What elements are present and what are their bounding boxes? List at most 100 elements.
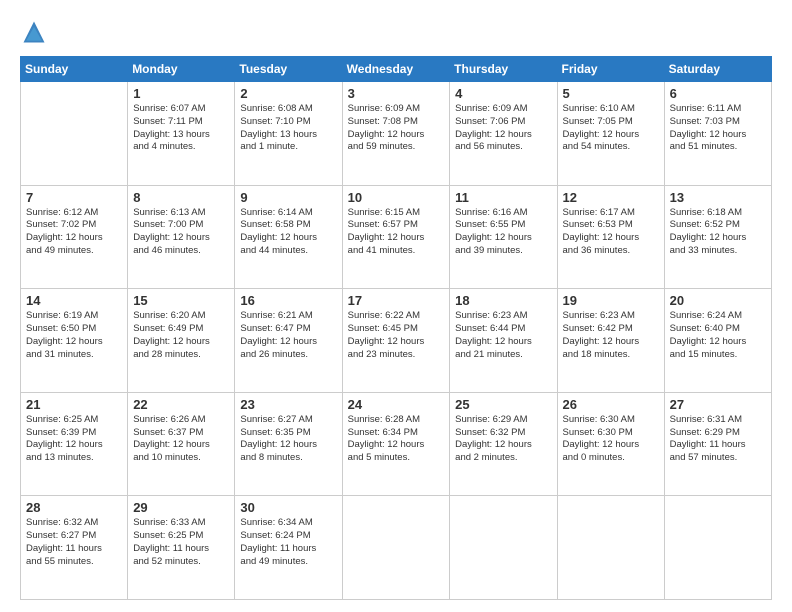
day-info: Sunrise: 6:31 AM Sunset: 6:29 PM Dayligh… <box>670 414 766 465</box>
day-info: Sunrise: 6:26 AM Sunset: 6:37 PM Dayligh… <box>133 414 229 465</box>
empty-cell <box>450 496 557 600</box>
calendar-day-23: 23Sunrise: 6:27 AM Sunset: 6:35 PM Dayli… <box>235 392 342 496</box>
day-info: Sunrise: 6:18 AM Sunset: 6:52 PM Dayligh… <box>670 207 766 258</box>
day-info: Sunrise: 6:16 AM Sunset: 6:55 PM Dayligh… <box>455 207 551 258</box>
day-number: 29 <box>133 500 229 515</box>
day-info: Sunrise: 6:09 AM Sunset: 7:06 PM Dayligh… <box>455 103 551 154</box>
day-number: 5 <box>563 86 659 101</box>
day-number: 3 <box>348 86 445 101</box>
calendar-day-8: 8Sunrise: 6:13 AM Sunset: 7:00 PM Daylig… <box>128 185 235 289</box>
day-number: 12 <box>563 190 659 205</box>
empty-cell <box>664 496 771 600</box>
day-number: 18 <box>455 293 551 308</box>
day-info: Sunrise: 6:14 AM Sunset: 6:58 PM Dayligh… <box>240 207 336 258</box>
header-cell-sunday: Sunday <box>21 57 128 82</box>
day-number: 21 <box>26 397 122 412</box>
calendar-day-5: 5 Sunrise: 6:10 AM Sunset: 7:05 PM Daylig… <box>557 82 664 186</box>
day-info: Sunrise: 6:23 AM Sunset: 6:42 PM Dayligh… <box>563 310 659 361</box>
empty-cell <box>557 496 664 600</box>
calendar-day-15: 15 Sunrise: 6:20 AM Sunset: 6:49 PM Dayli… <box>128 289 235 393</box>
calendar-day-1: 1Sunrise: 6:07 AM Sunset: 7:11 PM Daylig… <box>128 82 235 186</box>
day-number: 11 <box>455 190 551 205</box>
day-info: Sunrise: 6:34 AM Sunset: 6:24 PM Dayligh… <box>240 517 336 568</box>
header-cell-wednesday: Wednesday <box>342 57 450 82</box>
day-number: 30 <box>240 500 336 515</box>
calendar-day-7: 7 Sunrise: 6:12 AM Sunset: 7:02 PM Daylig… <box>21 185 128 289</box>
calendar-week-2: 7 Sunrise: 6:12 AM Sunset: 7:02 PM Daylig… <box>21 185 772 289</box>
calendar-day-14: 14 Sunrise: 6:19 AM Sunset: 6:50 PM Dayli… <box>21 289 128 393</box>
day-info: Sunrise: 6:08 AM Sunset: 7:10 PM Dayligh… <box>240 103 336 154</box>
day-number: 22 <box>133 397 229 412</box>
header <box>20 18 772 46</box>
calendar-day-17: 17 Sunrise: 6:22 AM Sunset: 6:45 PM Dayli… <box>342 289 450 393</box>
day-number: 20 <box>670 293 766 308</box>
day-number: 15 <box>133 293 229 308</box>
day-info: Sunrise: 6:11 AM Sunset: 7:03 PM Dayligh… <box>670 103 766 154</box>
calendar-day-28: 28Sunrise: 6:32 AM Sunset: 6:27 PM Dayli… <box>21 496 128 600</box>
day-info: Sunrise: 6:15 AM Sunset: 6:57 PM Dayligh… <box>348 207 445 258</box>
calendar-day-27: 27Sunrise: 6:31 AM Sunset: 6:29 PM Dayli… <box>664 392 771 496</box>
calendar-header: SundayMondayTuesdayWednesdayThursdayFrid… <box>21 57 772 82</box>
calendar-day-25: 25 Sunrise: 6:29 AM Sunset: 6:32 PM Dayli… <box>450 392 557 496</box>
calendar-day-22: 22 Sunrise: 6:26 AM Sunset: 6:37 PM Dayli… <box>128 392 235 496</box>
header-cell-thursday: Thursday <box>450 57 557 82</box>
day-info: Sunrise: 6:30 AM Sunset: 6:30 PM Dayligh… <box>563 414 659 465</box>
day-number: 26 <box>563 397 659 412</box>
header-row: SundayMondayTuesdayWednesdayThursdayFrid… <box>21 57 772 82</box>
calendar-day-9: 9 Sunrise: 6:14 AM Sunset: 6:58 PM Daylig… <box>235 185 342 289</box>
day-number: 1 <box>133 86 229 101</box>
day-number: 16 <box>240 293 336 308</box>
calendar-day-26: 26 Sunrise: 6:30 AM Sunset: 6:30 PM Dayli… <box>557 392 664 496</box>
day-number: 10 <box>348 190 445 205</box>
calendar-day-12: 12 Sunrise: 6:17 AM Sunset: 6:53 PM Dayli… <box>557 185 664 289</box>
header-cell-saturday: Saturday <box>664 57 771 82</box>
header-cell-monday: Monday <box>128 57 235 82</box>
calendar-body: 1Sunrise: 6:07 AM Sunset: 7:11 PM Daylig… <box>21 82 772 600</box>
day-info: Sunrise: 6:22 AM Sunset: 6:45 PM Dayligh… <box>348 310 445 361</box>
calendar-day-18: 18 Sunrise: 6:23 AM Sunset: 6:44 PM Dayli… <box>450 289 557 393</box>
day-number: 7 <box>26 190 122 205</box>
logo-icon <box>20 18 48 46</box>
logo <box>20 18 52 46</box>
day-info: Sunrise: 6:09 AM Sunset: 7:08 PM Dayligh… <box>348 103 445 154</box>
empty-cell <box>342 496 450 600</box>
day-number: 8 <box>133 190 229 205</box>
day-number: 6 <box>670 86 766 101</box>
empty-cell <box>21 82 128 186</box>
day-info: Sunrise: 6:29 AM Sunset: 6:32 PM Dayligh… <box>455 414 551 465</box>
calendar-day-11: 11 Sunrise: 6:16 AM Sunset: 6:55 PM Dayli… <box>450 185 557 289</box>
calendar-day-29: 29 Sunrise: 6:33 AM Sunset: 6:25 PM Dayli… <box>128 496 235 600</box>
day-info: Sunrise: 6:10 AM Sunset: 7:05 PM Dayligh… <box>563 103 659 154</box>
calendar-day-6: 6 Sunrise: 6:11 AM Sunset: 7:03 PM Daylig… <box>664 82 771 186</box>
day-info: Sunrise: 6:33 AM Sunset: 6:25 PM Dayligh… <box>133 517 229 568</box>
day-number: 17 <box>348 293 445 308</box>
calendar-week-1: 1Sunrise: 6:07 AM Sunset: 7:11 PM Daylig… <box>21 82 772 186</box>
calendar-day-30: 30 Sunrise: 6:34 AM Sunset: 6:24 PM Dayli… <box>235 496 342 600</box>
calendar-day-20: 20Sunrise: 6:24 AM Sunset: 6:40 PM Dayli… <box>664 289 771 393</box>
calendar-week-4: 21 Sunrise: 6:25 AM Sunset: 6:39 PM Dayli… <box>21 392 772 496</box>
day-info: Sunrise: 6:20 AM Sunset: 6:49 PM Dayligh… <box>133 310 229 361</box>
calendar-table: SundayMondayTuesdayWednesdayThursdayFrid… <box>20 56 772 600</box>
day-info: Sunrise: 6:23 AM Sunset: 6:44 PM Dayligh… <box>455 310 551 361</box>
calendar-day-2: 2Sunrise: 6:08 AM Sunset: 7:10 PM Daylig… <box>235 82 342 186</box>
calendar-day-13: 13 Sunrise: 6:18 AM Sunset: 6:52 PM Dayli… <box>664 185 771 289</box>
day-number: 25 <box>455 397 551 412</box>
header-cell-tuesday: Tuesday <box>235 57 342 82</box>
page: SundayMondayTuesdayWednesdayThursdayFrid… <box>0 0 792 612</box>
day-number: 23 <box>240 397 336 412</box>
day-info: Sunrise: 6:25 AM Sunset: 6:39 PM Dayligh… <box>26 414 122 465</box>
calendar-day-4: 4Sunrise: 6:09 AM Sunset: 7:06 PM Daylig… <box>450 82 557 186</box>
header-cell-friday: Friday <box>557 57 664 82</box>
day-number: 9 <box>240 190 336 205</box>
day-info: Sunrise: 6:12 AM Sunset: 7:02 PM Dayligh… <box>26 207 122 258</box>
calendar-day-3: 3 Sunrise: 6:09 AM Sunset: 7:08 PM Daylig… <box>342 82 450 186</box>
day-info: Sunrise: 6:17 AM Sunset: 6:53 PM Dayligh… <box>563 207 659 258</box>
calendar-week-5: 28Sunrise: 6:32 AM Sunset: 6:27 PM Dayli… <box>21 496 772 600</box>
calendar-day-10: 10 Sunrise: 6:15 AM Sunset: 6:57 PM Dayli… <box>342 185 450 289</box>
day-number: 28 <box>26 500 122 515</box>
day-number: 13 <box>670 190 766 205</box>
day-info: Sunrise: 6:19 AM Sunset: 6:50 PM Dayligh… <box>26 310 122 361</box>
day-number: 14 <box>26 293 122 308</box>
day-info: Sunrise: 6:28 AM Sunset: 6:34 PM Dayligh… <box>348 414 445 465</box>
day-number: 19 <box>563 293 659 308</box>
